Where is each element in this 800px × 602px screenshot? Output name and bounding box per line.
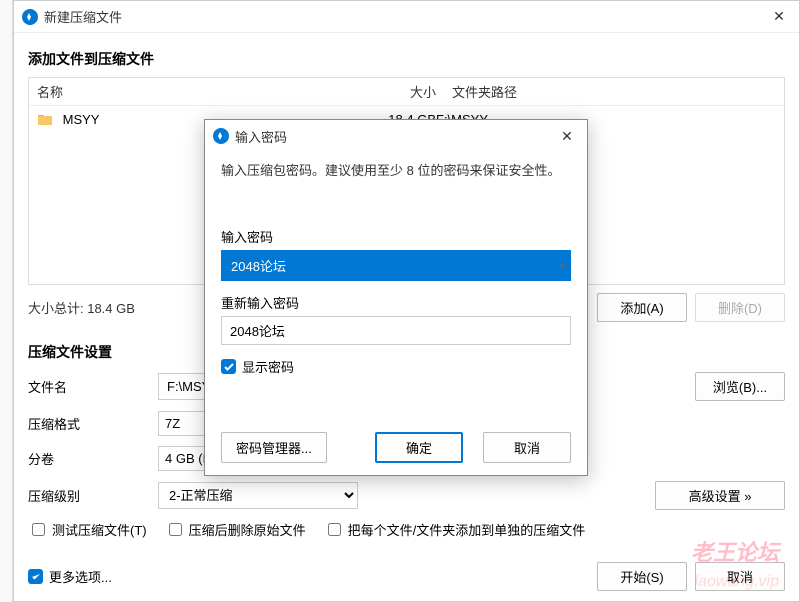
password-label: 输入密码	[221, 227, 571, 246]
add-button[interactable]: 添加(A)	[597, 293, 687, 322]
advanced-button[interactable]: 高级设置 »	[655, 481, 785, 510]
add-files-label: 添加文件到压缩文件	[28, 49, 785, 69]
check-delete-after[interactable]: 压缩后删除原始文件	[165, 520, 306, 539]
password-confirm-label: 重新输入密码	[221, 293, 571, 312]
check-separate[interactable]: 把每个文件/文件夹添加到单独的压缩文件	[324, 520, 586, 539]
volume-label: 分卷	[28, 449, 158, 468]
modal-titlebar: 输入密码 ✕	[205, 120, 587, 152]
checkmark-icon	[221, 359, 236, 374]
modal-cancel-button[interactable]: 取消	[483, 432, 571, 463]
level-label: 压缩级别	[28, 486, 158, 505]
app-sidebar-stub	[0, 0, 13, 602]
modal-hint: 输入压缩包密码。建议使用至少 8 位的密码来保证安全性。	[221, 160, 571, 179]
browse-button[interactable]: 浏览(B)...	[695, 372, 785, 401]
main-footer: 更多选项... 开始(S) 取消	[28, 562, 785, 591]
password-dialog: 输入密码 ✕ 输入压缩包密码。建议使用至少 8 位的密码来保证安全性。 输入密码…	[204, 119, 588, 476]
level-select[interactable]: 2-正常压缩	[158, 482, 358, 509]
window-title: 新建压缩文件	[44, 7, 759, 26]
row-name: MSYY	[63, 112, 100, 127]
password-manager-button[interactable]: 密码管理器...	[221, 432, 327, 463]
col-size[interactable]: 大小	[364, 78, 444, 105]
options-row: 测试压缩文件(T) 压缩后删除原始文件 把每个文件/文件夹添加到单独的压缩文件	[28, 520, 785, 539]
app-icon	[22, 9, 38, 25]
main-titlebar: 新建压缩文件 ✕	[14, 1, 799, 33]
modal-close-icon[interactable]: ✕	[547, 120, 587, 152]
modal-title: 输入密码	[235, 127, 547, 146]
start-button[interactable]: 开始(S)	[597, 562, 687, 591]
checkmark-icon	[28, 569, 43, 584]
app-icon	[213, 128, 229, 144]
close-icon[interactable]: ✕	[759, 1, 799, 33]
check-test[interactable]: 测试压缩文件(T)	[28, 520, 147, 539]
format-label: 压缩格式	[28, 414, 158, 433]
total-size: 大小总计: 18.4 GB	[28, 298, 135, 317]
folder-icon	[37, 112, 53, 126]
file-list-header: 名称 大小 文件夹路径	[29, 78, 784, 106]
filename-label: 文件名	[28, 377, 158, 396]
password-confirm-input[interactable]	[221, 316, 571, 345]
delete-button: 删除(D)	[695, 293, 785, 322]
password-input[interactable]	[221, 250, 571, 281]
cancel-button[interactable]: 取消	[695, 562, 785, 591]
col-name[interactable]: 名称	[29, 78, 364, 105]
show-password-toggle[interactable]: 显示密码	[221, 357, 571, 376]
col-path[interactable]: 文件夹路径	[444, 78, 784, 105]
ok-button[interactable]: 确定	[375, 432, 463, 463]
modal-footer: 密码管理器... 确定 取消	[221, 432, 571, 463]
more-options-toggle[interactable]: 更多选项...	[28, 567, 112, 586]
